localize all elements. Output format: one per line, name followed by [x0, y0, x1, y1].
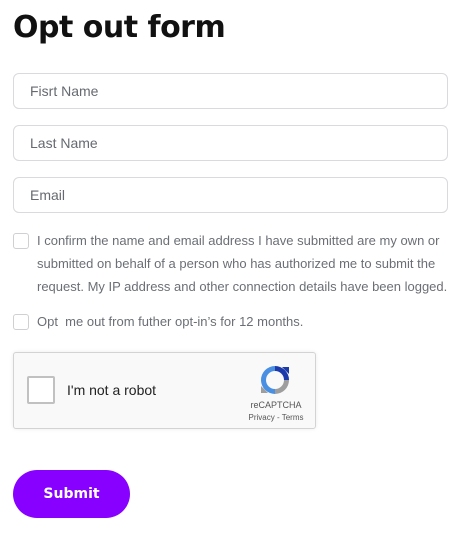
recaptcha-widget: I'm not a robot reCAPTCHA Privacy - Term… [13, 352, 316, 429]
recaptcha-logo-icon [261, 366, 289, 394]
submit-button[interactable]: Submit [13, 470, 130, 518]
consent-text: I confirm the name and email address I h… [37, 233, 448, 294]
recaptcha-terms-link[interactable]: Terms [282, 413, 304, 422]
recaptcha-checkbox[interactable] [27, 376, 55, 404]
last-name-input[interactable] [13, 125, 448, 161]
page-title: Opt out form [13, 10, 226, 45]
consent-checkbox[interactable] [13, 233, 29, 249]
email-input[interactable] [13, 177, 448, 213]
recaptcha-privacy-link[interactable]: Privacy [249, 413, 275, 422]
optout-text: Opt me out from futher opt-in’s for 12 m… [37, 314, 304, 329]
recaptcha-link-separator: - [274, 413, 282, 422]
recaptcha-brand: reCAPTCHA [250, 400, 302, 410]
recaptcha-links: Privacy - Terms [243, 413, 309, 422]
optout-checkbox-row: Opt me out from futher opt-in’s for 12 m… [13, 312, 449, 332]
consent-checkbox-row: I confirm the name and email address I h… [13, 229, 449, 298]
recaptcha-label: I'm not a robot [67, 382, 157, 398]
first-name-input[interactable] [13, 73, 448, 109]
optout-checkbox[interactable] [13, 314, 29, 330]
